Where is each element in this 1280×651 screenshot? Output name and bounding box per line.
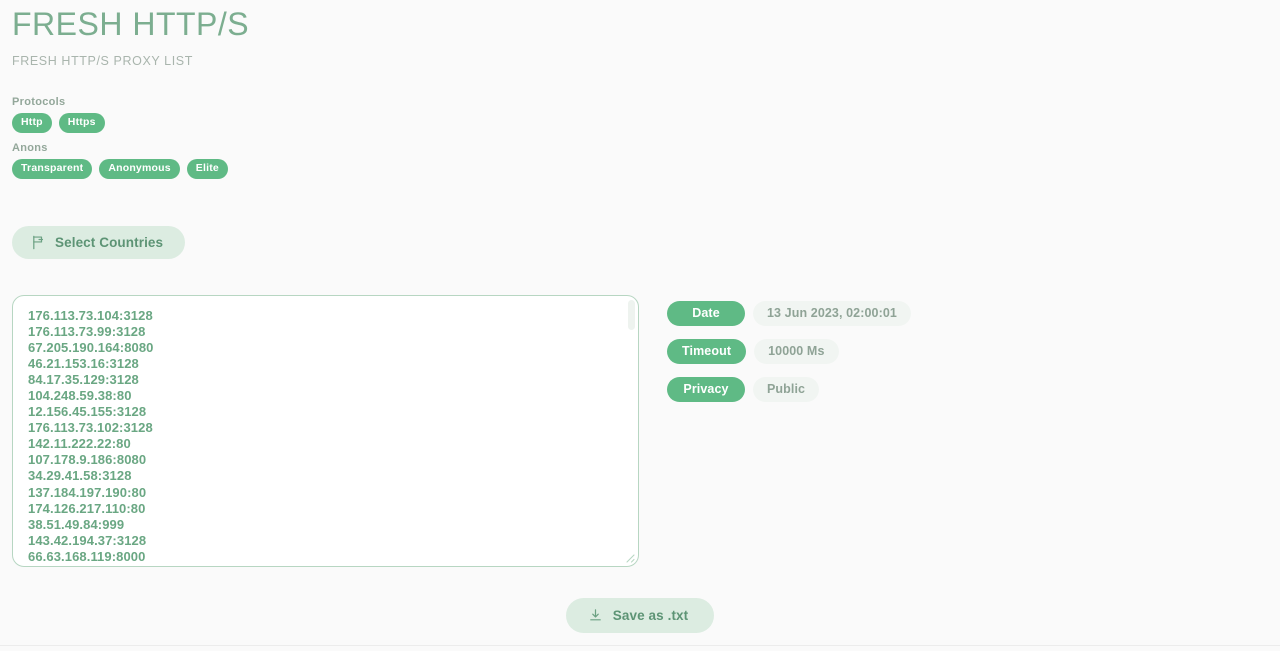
- save-as-txt-button[interactable]: Save as .txt: [565, 598, 715, 633]
- proxy-line: 176.113.73.104:3128: [28, 308, 153, 323]
- info-panel: Date 13 Jun 2023, 02:00:01 Timeout 10000…: [667, 295, 911, 402]
- proxy-list-page: FRESH HTTP/S FRESH HTTP/S PROXY LIST Pro…: [0, 0, 1280, 651]
- page-title: FRESH HTTP/S: [12, 6, 250, 42]
- select-countries-label: Select Countries: [55, 235, 164, 250]
- footer: Save as .txt: [0, 598, 1280, 633]
- proxy-line: 46.21.153.16:3128: [28, 356, 139, 372]
- anon-chip-elite[interactable]: Elite: [186, 159, 228, 179]
- info-value-privacy: Public: [753, 377, 820, 402]
- proxy-line: 84.17.35.129:3128: [28, 372, 139, 388]
- save-as-txt-label: Save as .txt: [612, 608, 689, 623]
- main-content: 176.113.73.104:3128 176.113.73.99:3128 6…: [12, 259, 1268, 567]
- protocol-chip-https[interactable]: Https: [58, 113, 105, 133]
- proxy-line: 34.29.41.58:3128: [28, 468, 132, 484]
- anons-label: Anons: [12, 142, 48, 154]
- proxy-line: 107.178.9.186:8080: [28, 452, 147, 468]
- proxy-line: 104.248.59.38:80: [28, 388, 132, 404]
- proxy-line: 143.42.194.37:3128: [28, 532, 147, 548]
- info-value-timeout: 10000 Ms: [754, 339, 839, 364]
- countries-section: Select Countries: [12, 179, 1268, 259]
- protocols-chip-row: Http Https: [12, 113, 1268, 133]
- info-key-privacy: Privacy: [667, 377, 745, 402]
- anon-chip-transparent[interactable]: Transparent: [12, 159, 93, 179]
- info-row-timeout: Timeout 10000 Ms: [667, 339, 911, 364]
- proxy-list-textarea[interactable]: 176.113.73.104:3128 176.113.73.99:3128 6…: [12, 295, 639, 567]
- proxy-list-lines: 176.113.73.104:3128 176.113.73.99:3128 6…: [28, 308, 638, 566]
- download-icon: [588, 608, 603, 623]
- info-key-date: Date: [667, 301, 745, 326]
- filters-section: Protocols Http Https Anons Transparent A…: [12, 69, 1268, 179]
- proxy-line: 67.205.190.164:8080: [28, 340, 154, 356]
- anons-chip-row: Transparent Anonymous Elite: [12, 159, 1268, 179]
- anon-chip-anonymous[interactable]: Anonymous: [99, 159, 180, 179]
- info-row-privacy: Privacy Public: [667, 377, 911, 402]
- proxy-line: 38.51.49.84:999: [28, 516, 125, 532]
- protocol-chip-http[interactable]: Http: [12, 113, 52, 133]
- page-subtitle: FRESH HTTP/S PROXY LIST: [12, 54, 193, 68]
- bottom-divider: [0, 645, 1280, 646]
- proxy-line: 12.156.45.155:3128: [28, 404, 147, 420]
- proxy-line: 142.11.222.22:80: [28, 436, 131, 452]
- info-key-timeout: Timeout: [667, 339, 747, 364]
- flag-icon: [31, 235, 46, 250]
- proxy-line: 174.126.217.110:80: [28, 500, 146, 516]
- proxy-line: 176.113.73.99:3128: [28, 324, 146, 340]
- resize-handle[interactable]: [622, 550, 635, 563]
- proxy-line: 137.184.197.190:80: [28, 484, 147, 500]
- proxy-list-scrollbar[interactable]: [628, 300, 635, 330]
- protocols-label: Protocols: [12, 96, 66, 108]
- proxy-line: 66.63.168.119:8000: [28, 548, 146, 564]
- proxy-line: 176.113.73.102:3128: [28, 420, 153, 436]
- select-countries-button[interactable]: Select Countries: [12, 226, 186, 259]
- info-row-date: Date 13 Jun 2023, 02:00:01: [667, 301, 911, 326]
- info-value-date: 13 Jun 2023, 02:00:01: [753, 301, 911, 326]
